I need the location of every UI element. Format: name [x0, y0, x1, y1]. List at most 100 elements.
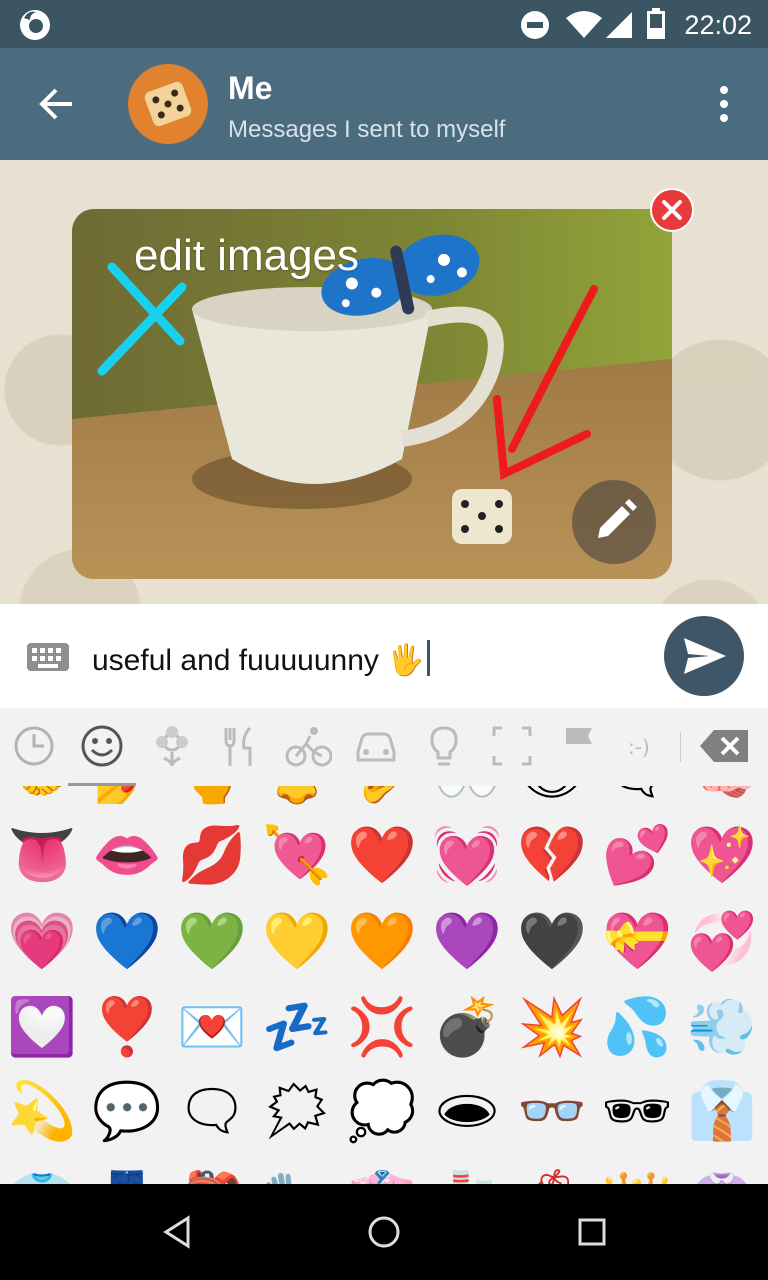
- emoji-key[interactable]: 💢: [340, 992, 424, 1062]
- emoji-key[interactable]: 💛: [255, 906, 339, 976]
- emoji-key[interactable]: 💥: [510, 992, 594, 1062]
- emoji-keyboard: :-) 🤝💅🖕👃👂👀👁🗨🧠👅👄💋💘❤️💓💔💕💖💗💙💚💛🧡💜🖤💝💞💟❣️💌💤💢💣💥…: [0, 708, 768, 1184]
- back-nav-icon[interactable]: [158, 1212, 198, 1252]
- nature-tab-icon[interactable]: [148, 722, 196, 770]
- emoji-key[interactable]: 💙: [85, 906, 169, 976]
- emoji-key[interactable]: 🧤: [255, 1166, 339, 1184]
- emoji-key[interactable]: 💤: [255, 992, 339, 1062]
- emoji-key[interactable]: 🧦: [425, 1166, 509, 1184]
- emoji-key[interactable]: 👓: [510, 1076, 594, 1146]
- emoji-key[interactable]: 💔: [510, 820, 594, 890]
- message-input[interactable]: useful and fuuuuunny 🖐: [92, 640, 430, 678]
- remove-photo-button[interactable]: [650, 188, 694, 232]
- emoji-key[interactable]: 👄: [85, 820, 169, 890]
- emoji-key[interactable]: 👑: [595, 1166, 679, 1184]
- emoji-key[interactable]: 👅: [0, 820, 84, 890]
- svg-text::-): :-): [628, 735, 650, 759]
- chat-title[interactable]: Me: [228, 70, 272, 107]
- home-nav-icon[interactable]: [364, 1212, 404, 1252]
- emoji-key[interactable]: 💣: [425, 992, 509, 1062]
- status-time: 22:02: [684, 10, 752, 40]
- emoji-key[interactable]: 💜: [425, 906, 509, 976]
- avatar[interactable]: [128, 64, 208, 144]
- emoji-key[interactable]: 🖤: [510, 906, 594, 976]
- emoji-key[interactable]: 💖: [680, 820, 764, 890]
- emoji-key[interactable]: ❤️: [340, 820, 424, 890]
- emoji-key[interactable]: 💚: [170, 906, 254, 976]
- emoticons-tab-icon[interactable]: :-): [624, 722, 672, 770]
- emoji-key[interactable]: 🤝: [0, 786, 84, 810]
- emoji-key[interactable]: 🧠: [680, 786, 764, 810]
- emoji-key[interactable]: 💝: [595, 906, 679, 976]
- do-not-disturb-icon: [521, 11, 549, 39]
- emoji-key[interactable]: 👃: [255, 786, 339, 810]
- signal-icon: [606, 12, 632, 38]
- recent-tab-icon[interactable]: [10, 722, 58, 770]
- emoji-key[interactable]: 💘: [255, 820, 339, 890]
- battery-icon: [647, 8, 665, 39]
- back-arrow-icon[interactable]: [36, 84, 76, 124]
- activity-tab-icon[interactable]: [284, 722, 332, 770]
- emoji-key[interactable]: 💕: [595, 820, 679, 890]
- emoji-key[interactable]: 👔: [680, 1076, 764, 1146]
- recents-nav-icon[interactable]: [572, 1212, 612, 1252]
- photo-caption: edit images: [134, 231, 360, 280]
- objects-tab-icon[interactable]: [420, 722, 468, 770]
- close-icon: [662, 200, 682, 220]
- emoji-key[interactable]: 💫: [0, 1076, 84, 1146]
- flags-tab-icon[interactable]: [556, 722, 604, 770]
- food-tab-icon[interactable]: [216, 722, 264, 770]
- emoji-key[interactable]: 👙: [510, 1166, 594, 1184]
- emoji-key[interactable]: 💗: [0, 906, 84, 976]
- send-button[interactable]: [664, 616, 744, 696]
- pencil-icon: [598, 499, 637, 538]
- emoji-key[interactable]: 🕳: [425, 1076, 509, 1146]
- emoji-key[interactable]: 🎒: [170, 1166, 254, 1184]
- emoji-key[interactable]: 💓: [425, 820, 509, 890]
- firefox-icon: [20, 10, 50, 40]
- emoji-key[interactable]: 🕶: [595, 1076, 679, 1146]
- text-cursor: [426, 640, 430, 676]
- smileys-tab-icon[interactable]: [78, 722, 126, 770]
- emoji-key[interactable]: 👖: [85, 1166, 169, 1184]
- tab-divider: [680, 732, 681, 762]
- chat-subtitle: Messages I sent to myself: [228, 116, 506, 143]
- emoji-key[interactable]: 👘: [340, 1166, 424, 1184]
- emoji-key[interactable]: 💨: [680, 992, 764, 1062]
- message-emoji: 🖐: [387, 644, 425, 677]
- travel-tab-icon[interactable]: [352, 722, 400, 770]
- status-bar: 22:02: [0, 0, 768, 48]
- emoji-key[interactable]: 💞: [680, 906, 764, 976]
- navigation-bar: [0, 1184, 768, 1280]
- emoji-key[interactable]: 👂: [340, 786, 424, 810]
- emoji-key[interactable]: 🧡: [340, 906, 424, 976]
- emoji-key[interactable]: 💦: [595, 992, 679, 1062]
- emoji-key[interactable]: ❣️: [85, 992, 169, 1062]
- emoji-key[interactable]: 💟: [0, 992, 84, 1062]
- emoji-grid: 🤝💅🖕👃👂👀👁🗨🧠👅👄💋💘❤️💓💔💕💖💗💙💚💛🧡💜🖤💝💞💟❣️💌💤💢💣💥💦💨💫💬…: [0, 786, 768, 1184]
- chat-header: Me Messages I sent to myself: [0, 48, 768, 160]
- emoji-key[interactable]: 🗯: [255, 1076, 339, 1146]
- emoji-key[interactable]: 💅: [85, 786, 169, 810]
- emoji-key[interactable]: 💋: [170, 820, 254, 890]
- emoji-key[interactable]: 💬: [85, 1076, 169, 1146]
- more-options-icon[interactable]: [712, 84, 736, 124]
- message-input-bar: useful and fuuuuunny 🖐: [0, 604, 768, 708]
- emoji-key[interactable]: 👕: [0, 1166, 84, 1184]
- message-text: useful and fuuuuunny: [92, 644, 388, 677]
- keyboard-icon[interactable]: [26, 642, 70, 672]
- symbols-tab-icon[interactable]: [488, 722, 536, 770]
- emoji-key[interactable]: 🗨: [595, 786, 679, 810]
- emoji-key[interactable]: 👀: [425, 786, 509, 810]
- emoji-key[interactable]: 👚: [680, 1166, 764, 1184]
- emoji-key[interactable]: 🖕: [170, 786, 254, 810]
- emoji-key[interactable]: 💌: [170, 992, 254, 1062]
- emoji-key[interactable]: 👁: [510, 786, 594, 810]
- emoji-key[interactable]: 🗨: [170, 1076, 254, 1146]
- edit-photo-button[interactable]: [572, 480, 656, 564]
- emoji-category-tabs: :-): [0, 708, 768, 786]
- backspace-icon[interactable]: [698, 722, 752, 770]
- send-icon: [684, 638, 726, 674]
- emoji-key[interactable]: 💭: [340, 1076, 424, 1146]
- wifi-icon: [566, 11, 602, 38]
